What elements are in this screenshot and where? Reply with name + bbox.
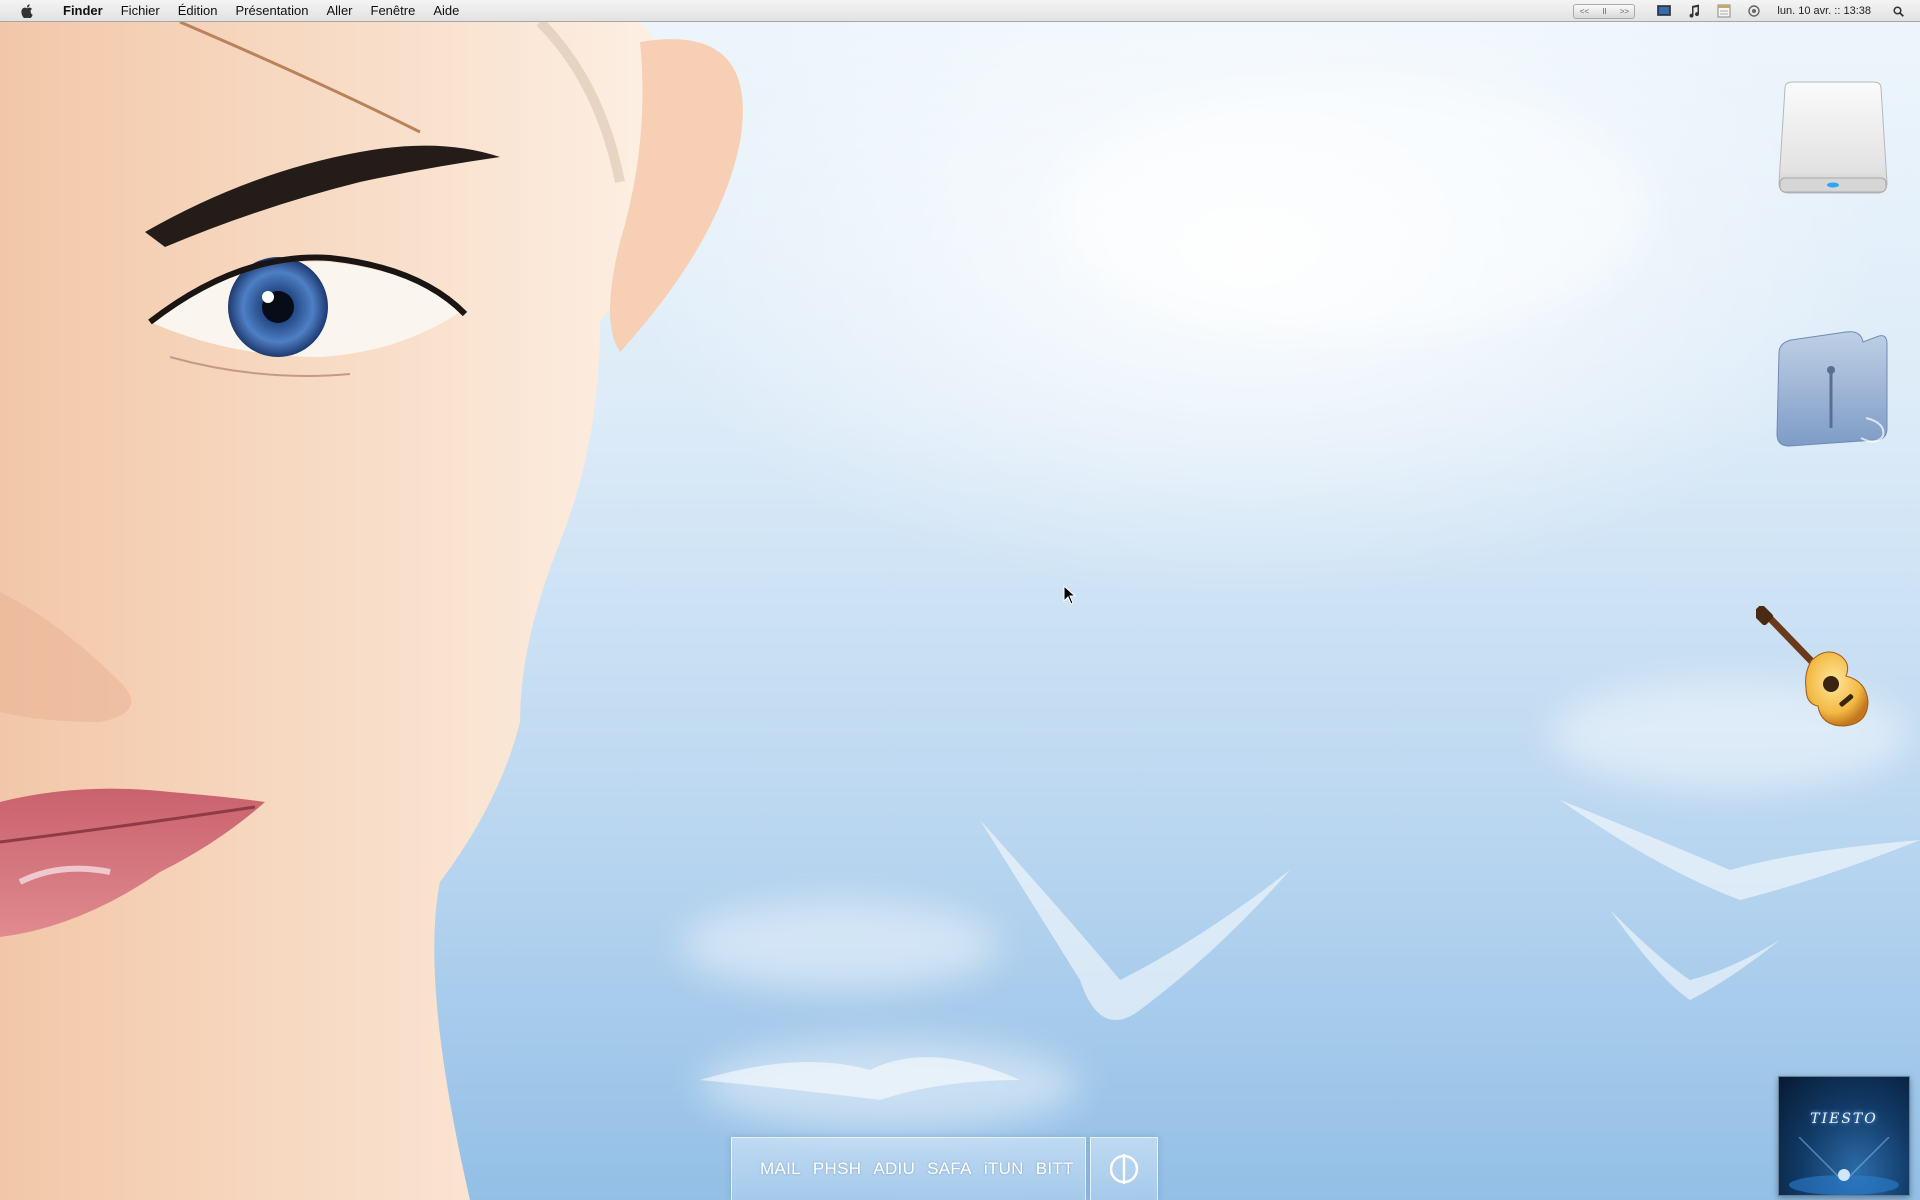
launcher-app-safa[interactable]: SAFA	[927, 1159, 972, 1179]
menu-app-finder[interactable]: Finder	[54, 0, 112, 22]
apple-icon	[21, 3, 33, 18]
launcher-app-mail[interactable]: MAIL	[760, 1159, 801, 1179]
folder-icon[interactable]	[1771, 328, 1891, 458]
mouse-cursor-icon	[1063, 585, 1077, 605]
guitar-icon[interactable]	[1752, 604, 1876, 736]
menu-edition[interactable]: Édition	[169, 0, 227, 22]
pause-button[interactable]: II	[1594, 5, 1614, 18]
launcher-app-bitt[interactable]: BITT	[1036, 1159, 1074, 1179]
launcher-side-panel	[1090, 1137, 1158, 1200]
menu-aide[interactable]: Aide	[424, 0, 468, 22]
menu-fenetre[interactable]: Fenêtre	[362, 0, 425, 22]
launcher-app-itun[interactable]: iTUN	[984, 1159, 1024, 1179]
menu-bar: Finder Fichier Édition Présentation Alle…	[0, 0, 1920, 22]
notepad-icon[interactable]	[1716, 3, 1732, 19]
menu-presentation[interactable]: Présentation	[227, 0, 318, 22]
menu-extras: << II >> lun. 10 avr. :: 13:38	[1573, 0, 1920, 22]
menu-fichier[interactable]: Fichier	[112, 0, 169, 22]
face-wallpaper	[0, 22, 743, 1200]
menu-aller[interactable]: Aller	[318, 0, 362, 22]
apple-menu[interactable]	[0, 3, 54, 18]
album-art-widget[interactable]: TIESTO	[1778, 1076, 1910, 1196]
launcher-main-panel: MAIL PHSH ADIU SAFA iTUN BITT	[731, 1137, 1086, 1200]
app-launcher-bar: MAIL PHSH ADIU SAFA iTUN BITT	[731, 1137, 1158, 1200]
birds-wallpaper	[700, 800, 1920, 1100]
sync-icon[interactable]	[1746, 3, 1762, 19]
cloud	[1050, 80, 1650, 340]
media-controls: << II >>	[1573, 3, 1636, 19]
menu-clock[interactable]: lun. 10 avr. :: 13:38	[1777, 5, 1871, 17]
album-title: TIESTO	[1810, 1111, 1878, 1127]
music-note-icon[interactable]	[1686, 3, 1702, 19]
previous-track-button[interactable]: <<	[1574, 5, 1594, 18]
next-track-button[interactable]: >>	[1614, 5, 1634, 18]
launcher-app-adiu[interactable]: ADIU	[873, 1159, 915, 1179]
power-icon[interactable]	[1107, 1152, 1141, 1186]
launcher-app-phsh[interactable]: PHSH	[813, 1159, 861, 1179]
stage-lights-icon	[1789, 1137, 1899, 1195]
desktop[interactable]: Finder Fichier Édition Présentation Alle…	[0, 0, 1920, 1200]
spotlight-icon[interactable]	[1890, 3, 1906, 19]
hard-drive-icon[interactable]	[1773, 78, 1893, 208]
monitor-icon[interactable]	[1656, 3, 1672, 19]
